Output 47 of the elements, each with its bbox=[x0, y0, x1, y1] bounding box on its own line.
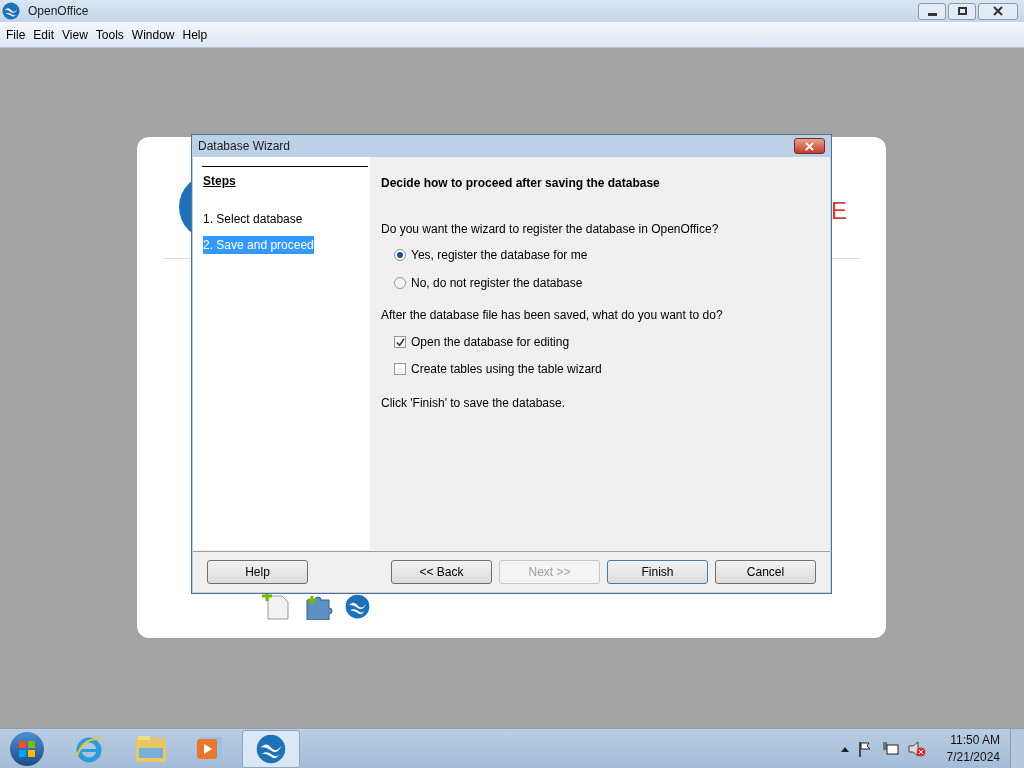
checkbox[interactable] bbox=[394, 336, 406, 348]
checkbox[interactable] bbox=[394, 363, 406, 375]
new-document-icon bbox=[260, 592, 292, 620]
media-player-icon[interactable] bbox=[196, 735, 224, 762]
help-button[interactable]: Help bbox=[207, 560, 308, 584]
finish-note: Click 'Finish' to save the database. bbox=[381, 395, 566, 412]
close-button[interactable] bbox=[978, 2, 1018, 20]
openoffice-icon bbox=[256, 733, 286, 764]
finish-button[interactable]: Finish bbox=[607, 560, 708, 584]
menu-item[interactable]: Window bbox=[127, 25, 179, 44]
network-icon[interactable] bbox=[882, 740, 899, 757]
menu-item[interactable]: File bbox=[2, 25, 30, 44]
clock-date[interactable]: 7/21/2024 bbox=[946, 748, 1000, 766]
windows-logo-icon bbox=[18, 739, 36, 758]
logo-fragment: E bbox=[831, 199, 847, 223]
openoffice-taskbar-button[interactable] bbox=[242, 729, 300, 768]
menu-item[interactable]: Tools bbox=[91, 25, 128, 44]
close-icon bbox=[805, 141, 814, 151]
window-title: OpenOffice bbox=[28, 3, 89, 20]
register-question: Do you want the wizard to register the database in OpenOffice? bbox=[381, 221, 720, 238]
close-icon bbox=[993, 6, 1003, 16]
start-button[interactable] bbox=[10, 731, 44, 766]
checkbox-label: Open the database for editing bbox=[411, 334, 570, 351]
page-heading: Decide how to proceed after saving the database bbox=[381, 175, 661, 192]
radio-button[interactable] bbox=[394, 277, 406, 289]
puzzle-piece-icon bbox=[305, 594, 333, 620]
clock-time[interactable]: 11:50 AM bbox=[950, 731, 1000, 749]
menu-item[interactable]: Help bbox=[178, 25, 212, 44]
restore-button[interactable] bbox=[948, 2, 976, 20]
minimize-button[interactable] bbox=[918, 2, 946, 20]
app-logo-icon bbox=[2, 2, 20, 20]
radio-label: Yes, register the database for me bbox=[411, 247, 588, 264]
steps-heading: Steps bbox=[203, 173, 237, 190]
radio-label: No, do not register the database bbox=[411, 275, 583, 292]
menu-item[interactable]: View bbox=[58, 25, 92, 44]
back-button[interactable]: << Back bbox=[391, 560, 492, 584]
checkbox-label: Create tables using the table wizard bbox=[411, 361, 602, 378]
cancel-button[interactable]: Cancel bbox=[715, 560, 816, 584]
speaker-muted-icon[interactable] bbox=[907, 740, 926, 757]
dialog-title: Database Wizard bbox=[198, 138, 291, 155]
close-button[interactable] bbox=[794, 138, 825, 154]
after-save-question: After the database file has been saved, what do you want to do? bbox=[381, 307, 724, 324]
radio-button[interactable] bbox=[394, 249, 406, 261]
show-hidden-icons-icon[interactable] bbox=[840, 745, 849, 752]
step-item[interactable]: 1. Select database bbox=[203, 210, 303, 228]
menu-item[interactable]: Edit bbox=[29, 25, 59, 44]
openoffice-icon bbox=[345, 594, 370, 619]
